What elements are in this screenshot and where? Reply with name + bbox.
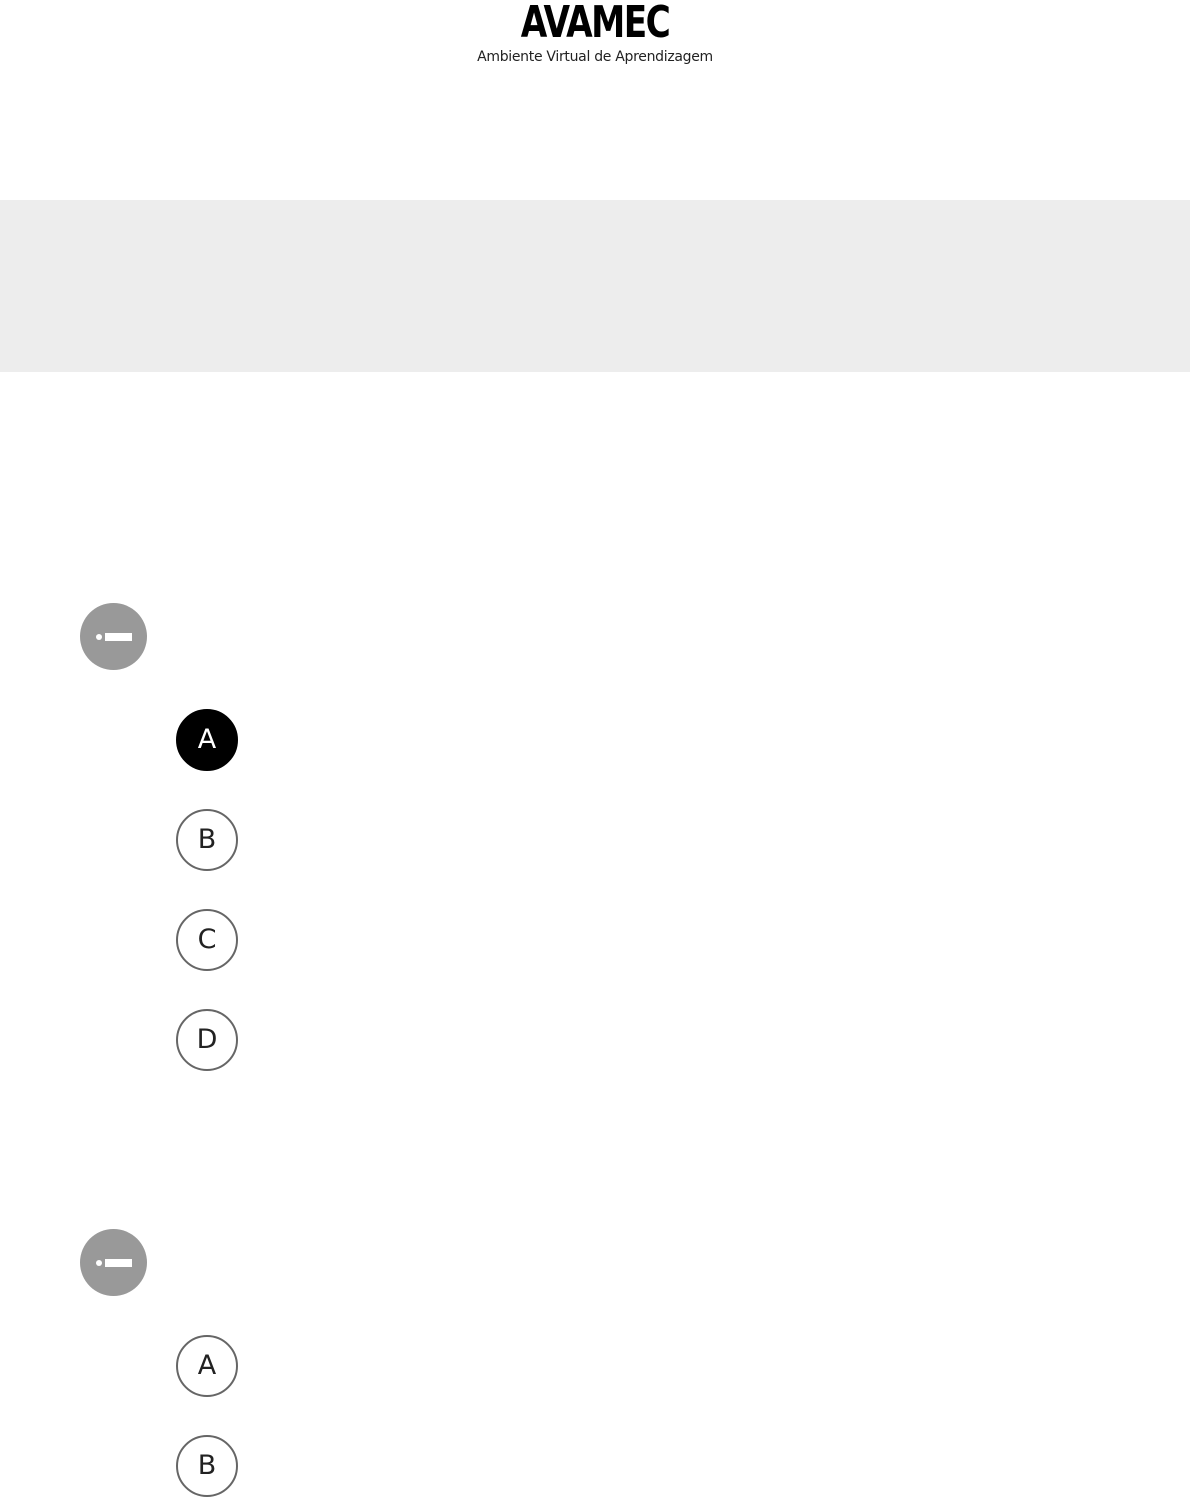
status-dot [96,1260,102,1266]
option-letter: D [196,1024,218,1055]
option-c[interactable]: C [176,909,238,971]
status-bar [105,1259,132,1267]
option-b[interactable]: B [176,1435,238,1497]
option-d[interactable]: D [176,1009,238,1071]
gray-banner [0,200,1190,372]
option-letter: B [197,824,217,855]
logo-wordmark: AVAMEC [520,0,671,48]
logo-subtitle: Ambiente Virtual de Aprendizagem [477,49,713,65]
option-letter: B [197,1450,217,1481]
option-letter: C [197,924,217,955]
status-bar [105,633,132,641]
option-a-selected[interactable]: A [176,709,238,771]
minus-circle-icon [80,1229,147,1296]
option-letter: A [197,1350,217,1381]
page-header: AVAMEC Ambiente Virtual de Aprendizagem [0,0,1190,200]
minus-circle-icon [80,603,147,670]
status-dot [96,634,102,640]
option-b[interactable]: B [176,809,238,871]
option-letter: A [197,724,217,755]
option-a[interactable]: A [176,1335,238,1397]
